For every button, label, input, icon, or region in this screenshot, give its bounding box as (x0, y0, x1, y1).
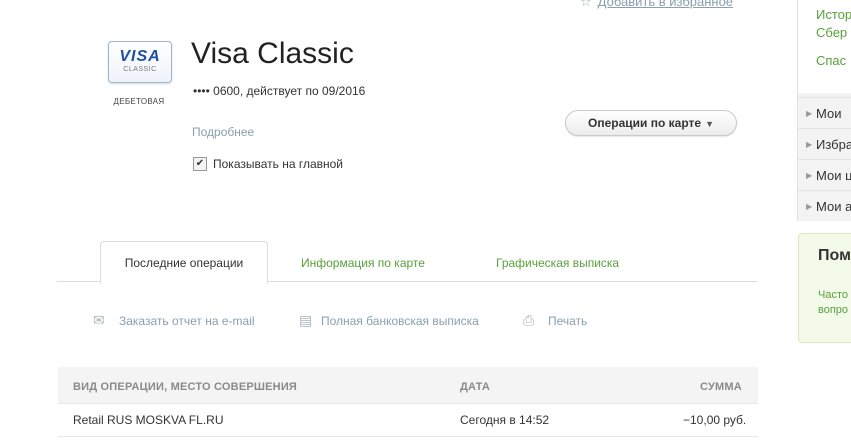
print-link[interactable]: Печать (548, 314, 587, 328)
details-link[interactable]: Подробнее (192, 125, 254, 139)
show-on-main-checkbox[interactable]: ✔ (193, 157, 207, 171)
help-link-line-2[interactable]: вопро (818, 304, 848, 316)
card-operations-button[interactable]: Операции по карте ▼ (565, 110, 737, 136)
sidebar-item-1-label: Мои (816, 106, 842, 121)
document-icon: ▤ (299, 312, 313, 328)
row-amount: −10,00 руб. (683, 413, 747, 427)
add-to-favorites-link[interactable]: ☆ Добавить в избранное (580, 0, 733, 10)
chevron-right-icon: ▶ (806, 140, 813, 149)
card-logo-sub: CLASSIC (123, 66, 157, 73)
tab-graphic-statement[interactable]: Графическая выписка (496, 256, 619, 270)
sidebar-item-2-label: Избра (816, 137, 851, 152)
tab-card-info[interactable]: Информация по карте (301, 256, 425, 270)
card-logo-brand: VISA (119, 48, 161, 65)
caret-down-icon: ▼ (705, 119, 714, 129)
chevron-right-icon: ▶ (806, 171, 813, 180)
help-title: Пом (818, 247, 851, 264)
printer-icon: ⎙ (523, 312, 535, 328)
email-report-link[interactable]: Заказать отчет на e-mail (119, 314, 255, 328)
sidebar-link-sber[interactable]: Сбер (816, 25, 847, 40)
help-link-line-1[interactable]: Часто (818, 289, 848, 301)
page-title: Visa Classic (191, 37, 354, 70)
sidebar-item-3-label: Мои ц (816, 168, 851, 183)
star-icon: ☆ (580, 0, 592, 9)
card-operations-label: Операции по карте (588, 116, 702, 130)
table-row-divider (58, 436, 758, 437)
column-amount: СУММА (700, 381, 742, 393)
card-number-info: •••• 0600, действует по 09/2016 (193, 84, 366, 98)
card-type-label: ДЕБЕТОВАЯ (113, 97, 165, 106)
show-on-main-label: Показывать на главной (213, 157, 344, 171)
card-logo: VISA CLASSIC (108, 41, 172, 83)
tab-recent-operations[interactable]: Последние операции (100, 241, 268, 284)
chevron-right-icon: ▶ (806, 202, 813, 211)
chevron-right-icon: ▶ (806, 109, 813, 118)
envelope-icon: ✉ (93, 312, 105, 328)
column-operation: ВИД ОПЕРАЦИИ, МЕСТО СОВЕРШЕНИЯ (73, 381, 298, 393)
row-date: Сегодня в 14:52 (460, 413, 550, 427)
row-operation[interactable]: Retail RUS MOSKVA FL.RU (73, 413, 223, 427)
sidebar-link-spas[interactable]: Спас (816, 53, 846, 68)
column-date: ДАТА (460, 381, 491, 393)
sidebar-item-4-label: Мои а (816, 199, 851, 214)
sidebar-link-history[interactable]: Истор (816, 7, 851, 22)
full-statement-link[interactable]: Полная банковская выписка (321, 314, 479, 328)
